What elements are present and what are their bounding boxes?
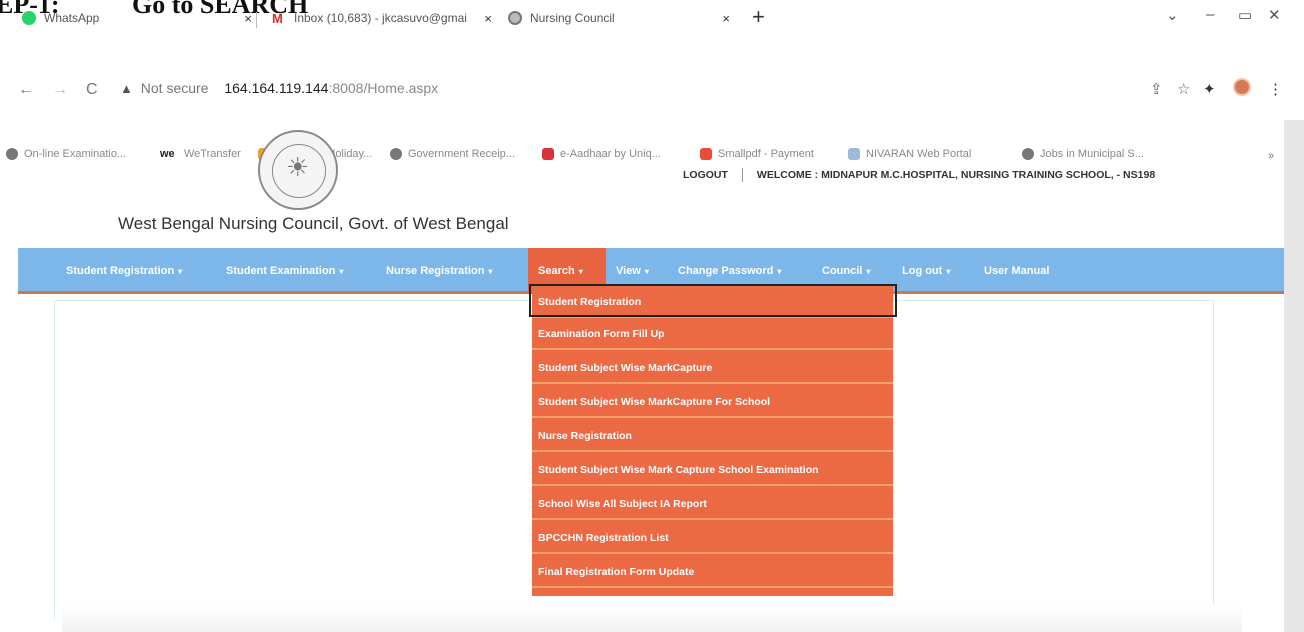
bookmark-item[interactable]: e-Aadhaar by Uniq... bbox=[542, 148, 661, 160]
browser-tab-bar: WhatsApp × M Inbox (10,683) - jkcasuvo@g… bbox=[0, 0, 1304, 34]
nav-label: Nurse Registration bbox=[386, 265, 485, 277]
header-link-divider bbox=[741, 168, 743, 182]
nivaran-icon bbox=[848, 148, 860, 160]
wetransfer-icon: we bbox=[160, 148, 175, 160]
nav-change-password[interactable]: Change Password ▾ bbox=[678, 265, 781, 277]
menu-item-mark-capture-school-examination[interactable]: Student Subject Wise Mark Capture School… bbox=[532, 458, 893, 486]
bookmark-item[interactable]: Government Receip... bbox=[390, 148, 515, 160]
nav-user-manual[interactable]: User Manual bbox=[984, 265, 1049, 277]
tab-nursing-council[interactable]: Nursing Council × bbox=[498, 4, 740, 32]
content-shadow bbox=[62, 604, 1242, 632]
bookmark-label: NIVARAN Web Portal bbox=[866, 148, 972, 160]
globe-icon bbox=[1022, 148, 1034, 160]
bookmark-label: Jobs in Municipal S... bbox=[1040, 148, 1144, 160]
chevron-down-icon: ▾ bbox=[946, 267, 951, 276]
chevron-down-icon: ▾ bbox=[578, 267, 583, 276]
minimize-button[interactable]: – bbox=[1206, 6, 1214, 23]
bookmark-label: On-line Examinatio... bbox=[24, 148, 127, 160]
maximize-button[interactable]: ▭ bbox=[1238, 6, 1252, 24]
smallpdf-icon bbox=[700, 148, 712, 160]
nav-label: Search bbox=[538, 265, 575, 277]
nav-label: Log out bbox=[902, 265, 943, 277]
menu-item-subject-wise-markcapture-school[interactable]: Student Subject Wise MarkCapture For Sch… bbox=[532, 390, 893, 418]
header-links: LOGOUT WELCOME : MIDNAPUR M.C.HOSPITAL, … bbox=[683, 168, 1155, 182]
menu-item-subject-wise-markcapture[interactable]: Student Subject Wise MarkCapture bbox=[532, 356, 893, 384]
globe-icon bbox=[508, 11, 522, 25]
vertical-scrollbar[interactable] bbox=[1284, 120, 1304, 632]
tab-gmail[interactable]: M Inbox (10,683) - jkcasuvo@gmai × bbox=[262, 4, 502, 32]
highlight-box bbox=[529, 284, 897, 317]
nav-label: User Manual bbox=[984, 265, 1050, 277]
nav-student-examination[interactable]: Student Examination ▾ bbox=[226, 265, 343, 277]
bookmark-label: WeTransfer bbox=[184, 148, 241, 160]
tab-title: WhatsApp bbox=[44, 11, 100, 25]
logout-link[interactable]: LOGOUT bbox=[683, 169, 728, 181]
menu-item-bpcchn-registration-list[interactable]: BPCCHN Registration List bbox=[532, 526, 893, 554]
nav-label: Student Registration bbox=[66, 265, 175, 277]
bookmark-item[interactable]: On-line Examinatio... bbox=[6, 148, 126, 160]
aadhaar-icon bbox=[542, 148, 554, 160]
bookmark-item[interactable]: Jobs in Municipal S... bbox=[1022, 148, 1144, 160]
bookmark-label: e-Aadhaar by Uniq... bbox=[560, 148, 661, 160]
nav-nurse-registration[interactable]: Nurse Registration ▾ bbox=[386, 265, 492, 277]
bookmark-label: Government Receip... bbox=[408, 148, 515, 160]
chevron-down-icon: ▾ bbox=[777, 267, 782, 276]
globe-icon bbox=[390, 148, 402, 160]
bookmark-item[interactable]: NIVARAN Web Portal bbox=[848, 148, 971, 160]
tab-title: Nursing Council bbox=[530, 11, 615, 25]
nav-student-registration[interactable]: Student Registration ▾ bbox=[66, 265, 182, 277]
nav-label: Council bbox=[822, 265, 863, 277]
bookmarks-more-icon[interactable]: » bbox=[1268, 150, 1274, 162]
council-logo bbox=[258, 130, 338, 210]
close-icon[interactable]: × bbox=[244, 11, 252, 26]
close-icon[interactable]: × bbox=[722, 11, 730, 26]
tab-divider bbox=[256, 12, 257, 28]
new-tab-button[interactable]: + bbox=[752, 4, 765, 30]
gmail-icon: M bbox=[272, 11, 283, 26]
nav-label: Change Password bbox=[678, 265, 774, 277]
nav-view[interactable]: View ▾ bbox=[616, 265, 649, 277]
close-icon[interactable]: × bbox=[484, 11, 492, 26]
bookmark-item[interactable]: Smallpdf - Payment bbox=[700, 148, 814, 160]
tab-search-icon[interactable]: ⌄ bbox=[1166, 6, 1179, 24]
menu-item-examination-form-fill-up[interactable]: Examination Form Fill Up bbox=[532, 322, 893, 350]
nav-log-out[interactable]: Log out ▾ bbox=[902, 265, 950, 277]
bookmark-label: Smallpdf - Payment bbox=[718, 148, 814, 160]
site-title: West Bengal Nursing Council, Govt. of We… bbox=[118, 214, 509, 233]
menu-item-final-registration-form-update[interactable]: Final Registration Form Update bbox=[532, 560, 893, 588]
tab-title: Inbox (10,683) - jkcasuvo@gmai bbox=[294, 11, 467, 25]
browser-address-bar: ← → C ▲ Not secure 164.164.119.144:8008/… bbox=[0, 38, 1304, 98]
tab-whatsapp[interactable]: WhatsApp × bbox=[12, 4, 262, 32]
nav-label: Student Examination bbox=[226, 265, 336, 277]
chevron-down-icon: ▾ bbox=[644, 267, 649, 276]
chevron-down-icon: ▾ bbox=[866, 267, 871, 276]
welcome-text: WELCOME : MIDNAPUR M.C.HOSPITAL, NURSING… bbox=[756, 169, 1156, 181]
menu-item-nurse-registration[interactable]: Nurse Registration bbox=[532, 424, 893, 452]
chevron-down-icon: ▾ bbox=[488, 267, 493, 276]
chevron-down-icon: ▾ bbox=[339, 267, 344, 276]
globe-icon bbox=[6, 148, 18, 160]
nav-council[interactable]: Council ▾ bbox=[822, 265, 870, 277]
bookmark-item[interactable]: we WeTransfer bbox=[160, 148, 241, 160]
bookmarks-bar: On-line Examinatio... weWeTransfer Addit… bbox=[0, 72, 1304, 162]
nav-search[interactable]: Search ▾ bbox=[538, 265, 583, 277]
close-window-button[interactable]: ✕ bbox=[1268, 6, 1281, 24]
menu-item-school-wise-ia-report[interactable]: School Wise All Subject IA Report bbox=[532, 492, 893, 520]
search-dropdown-menu: Student Registration Examination Form Fi… bbox=[532, 286, 893, 596]
nav-label: View bbox=[616, 265, 641, 277]
whatsapp-icon bbox=[22, 11, 36, 25]
chevron-down-icon: ▾ bbox=[178, 267, 183, 276]
